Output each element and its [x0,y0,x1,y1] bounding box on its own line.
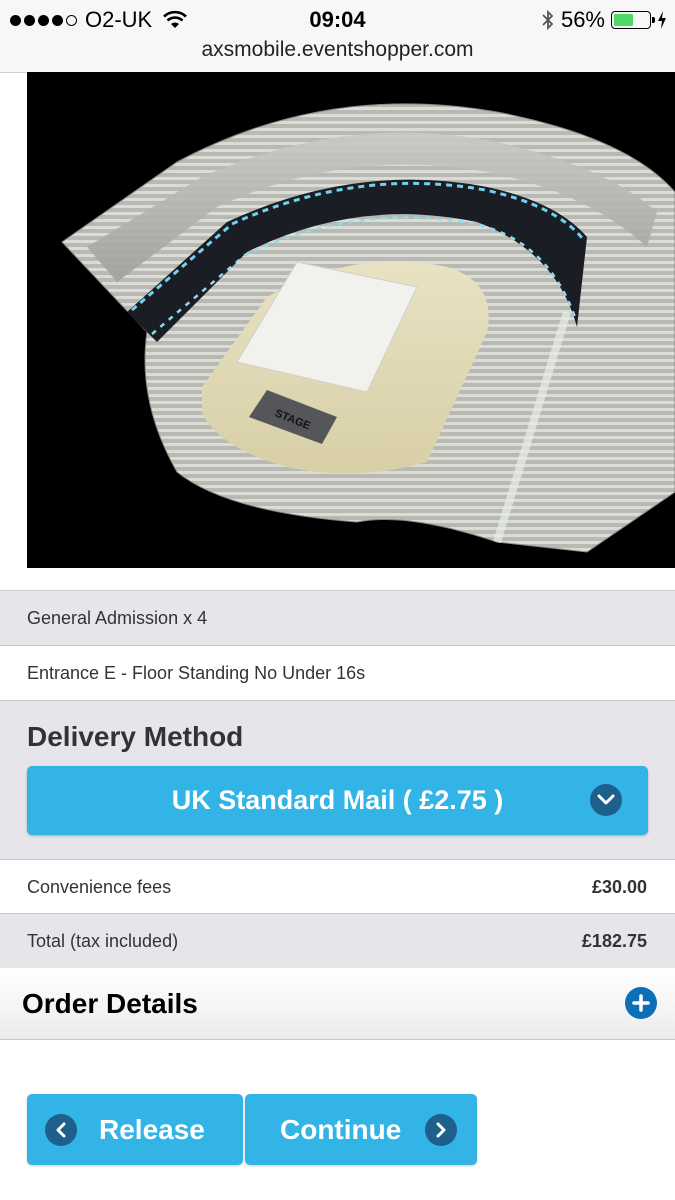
convenience-fees-label: Convenience fees [27,876,172,897]
order-details-header[interactable]: Order Details [0,968,675,1040]
ticket-type-label: General Admission x 4 [27,608,208,628]
order-details-title: Order Details [22,988,198,1019]
convenience-fees-amount: £30.00 [591,876,647,897]
battery-percent: 56% [560,7,605,32]
venue-seating-map: STAGE [27,72,675,568]
battery-area: 56% [541,7,667,33]
continue-button[interactable]: Continue [245,1094,477,1165]
release-button-label: Release [99,1113,205,1145]
ticket-type-row: General Admission x 4 [0,590,675,646]
entrance-label: Entrance E - Floor Standing No Under 16s [27,663,366,683]
total-amount: £182.75 [581,931,647,951]
status-bar: O2-UK 09:04 56% axsmobile.eventshopper.c… [0,0,675,73]
delivery-method-value: UK Standard Mail ( £2.75 ) [171,785,504,815]
chevron-right-icon [425,1113,458,1146]
chevron-down-icon [590,784,622,816]
continue-button-label: Continue [280,1113,402,1145]
total-row: Total (tax included) £182.75 [0,913,675,969]
release-button[interactable]: Release [27,1094,243,1165]
bluetooth-icon [542,9,554,31]
entrance-row: Entrance E - Floor Standing No Under 16s [0,645,675,701]
battery-icon [611,11,655,29]
charging-icon [658,11,666,29]
delivery-method-title: Delivery Method [27,721,244,752]
battery-level [614,14,634,26]
url-bar[interactable]: axsmobile.eventshopper.com [0,38,675,62]
arena-illustration: STAGE [61,103,675,553]
chevron-left-icon [45,1113,77,1146]
total-label: Total (tax included) [27,931,179,951]
expand-plus-icon[interactable] [625,987,657,1019]
delivery-method-select[interactable]: UK Standard Mail ( £2.75 ) [27,766,648,835]
delivery-method-section: Delivery Method UK Standard Mail ( £2.75… [0,700,675,860]
convenience-fees-row: Convenience fees £30.00 [0,859,675,914]
